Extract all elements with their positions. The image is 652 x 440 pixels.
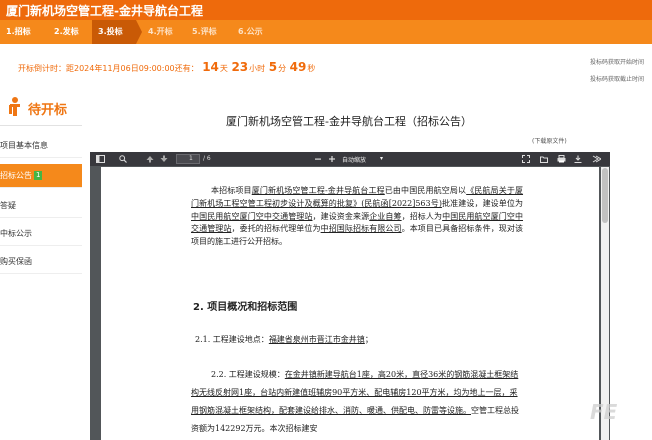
countdown-seconds: 49: [289, 60, 307, 74]
step-bid-invite[interactable]: 1.招标: [0, 20, 50, 44]
step-publicity[interactable]: 6.公示: [232, 20, 278, 44]
project-title: 厦门新机场空管工程-金井导航台工程: [6, 4, 203, 18]
page-number-input[interactable]: 1: [176, 154, 200, 164]
page-up-icon[interactable]: [146, 155, 154, 163]
countdown-hours: 23: [231, 60, 249, 74]
zoom-select[interactable]: 自动缩放: [342, 155, 366, 164]
sidebar-divider: [0, 125, 82, 126]
zoom-out-icon[interactable]: [314, 155, 322, 163]
pdf-item-location: 2.1. 工程建设地点：福建省泉州市晋江市金井镇；: [195, 335, 373, 344]
countdown-prefix: 开标倒计时：距2024年11月06日09:00:00还有：: [18, 64, 199, 73]
pdf-toolbar: 1 / 6 自动缩放 ▾: [90, 152, 610, 166]
tender-notice-count-badge: 1: [34, 171, 43, 180]
countdown-days: 14: [202, 60, 219, 74]
bid-code-start-time: 投标码获取开始时间: [589, 59, 644, 66]
print-icon[interactable]: [557, 155, 566, 163]
watermark: FE: [590, 400, 618, 424]
sidebar-item-qa[interactable]: 答疑: [0, 194, 82, 218]
page-down-icon[interactable]: [160, 155, 168, 163]
zoom-in-icon[interactable]: [328, 155, 336, 163]
sidebar-item-project-info[interactable]: 项目基本信息: [0, 134, 82, 158]
pdf-viewer: 1 / 6 自动缩放 ▾ 本招标项目厦门新机场空管工程-金井导航台工程已由中国民…: [90, 152, 610, 440]
pdf-item-scale: 2.2. 工程建设规模：在金井镇新建导航台1座，高20米，直径36米的钢筋混凝土…: [191, 370, 519, 433]
progress-steps: 1.招标 2.发标 3.投标 4.开标 5.评标 6.公示: [0, 20, 652, 44]
download-icon[interactable]: [574, 155, 582, 163]
pdf-intro-paragraph: 本招标项目厦门新机场空管工程-金井导航台工程已由中国民用航空局以《民航局关于厦门…: [191, 186, 524, 247]
fullscreen-icon[interactable]: [522, 155, 530, 163]
chevron-down-icon: ▾: [380, 155, 384, 162]
download-original-link[interactable]: (下载原文件): [532, 136, 567, 145]
title-bar: 厦门新机场空管工程-金井导航台工程: [0, 0, 652, 20]
sidebar-item-buy-guarantee[interactable]: 购买保函: [0, 250, 82, 274]
sidebar-item-award-notice[interactable]: 中标公示: [0, 222, 82, 246]
document-title: 厦门新机场空管工程-金井导航台工程（招标公告）: [226, 115, 472, 128]
page-total: / 6: [203, 155, 211, 162]
tools-icon[interactable]: [592, 155, 601, 163]
pdf-section-heading: 2. 项目概况和招标范围: [193, 302, 298, 313]
step-bid-issue[interactable]: 2.发标: [48, 20, 98, 44]
search-icon[interactable]: [119, 155, 127, 163]
step-bidding[interactable]: 3.投标: [92, 20, 142, 44]
step-evaluation[interactable]: 5.评标: [186, 20, 232, 44]
bid-open-countdown: 开标倒计时：距2024年11月06日09:00:00还有： 14天 23小时 5…: [18, 60, 316, 74]
person-icon: [9, 97, 20, 116]
step-bid-open[interactable]: 4.开标: [142, 20, 188, 44]
sidebar-title: 待开标: [28, 103, 68, 118]
bid-code-end-time: 投标码获取截止时间: [589, 76, 644, 83]
viewer-scrollbar-thumb[interactable]: [602, 168, 608, 223]
sidebar-header: 待开标: [0, 92, 82, 122]
sidebar-toggle-icon[interactable]: [96, 155, 105, 163]
sidebar-item-tender-notice[interactable]: 招标公告 1: [0, 164, 82, 188]
open-file-icon[interactable]: [540, 155, 548, 163]
countdown-minutes: 5: [268, 60, 278, 74]
